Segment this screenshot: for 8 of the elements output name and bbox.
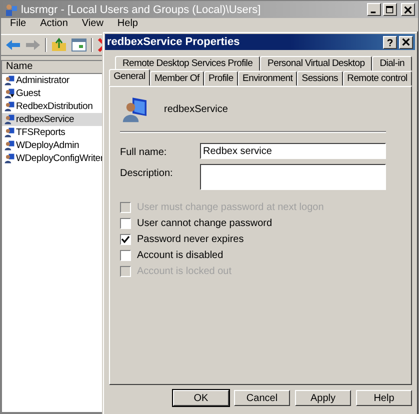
user-name: redbexService bbox=[164, 104, 228, 114]
checkbox-label: Password never expires bbox=[137, 234, 244, 245]
window-title: lusrmgr - [Local Users and Groups (Local)\Users] bbox=[21, 4, 262, 16]
field-label: Full name: bbox=[120, 146, 168, 158]
checkbox-label: Account is disabled bbox=[137, 250, 224, 261]
checkbox-label: User cannot change password bbox=[137, 218, 272, 229]
dialog-title: redbexService Properties bbox=[107, 36, 241, 48]
field-label: Description: bbox=[120, 167, 174, 179]
